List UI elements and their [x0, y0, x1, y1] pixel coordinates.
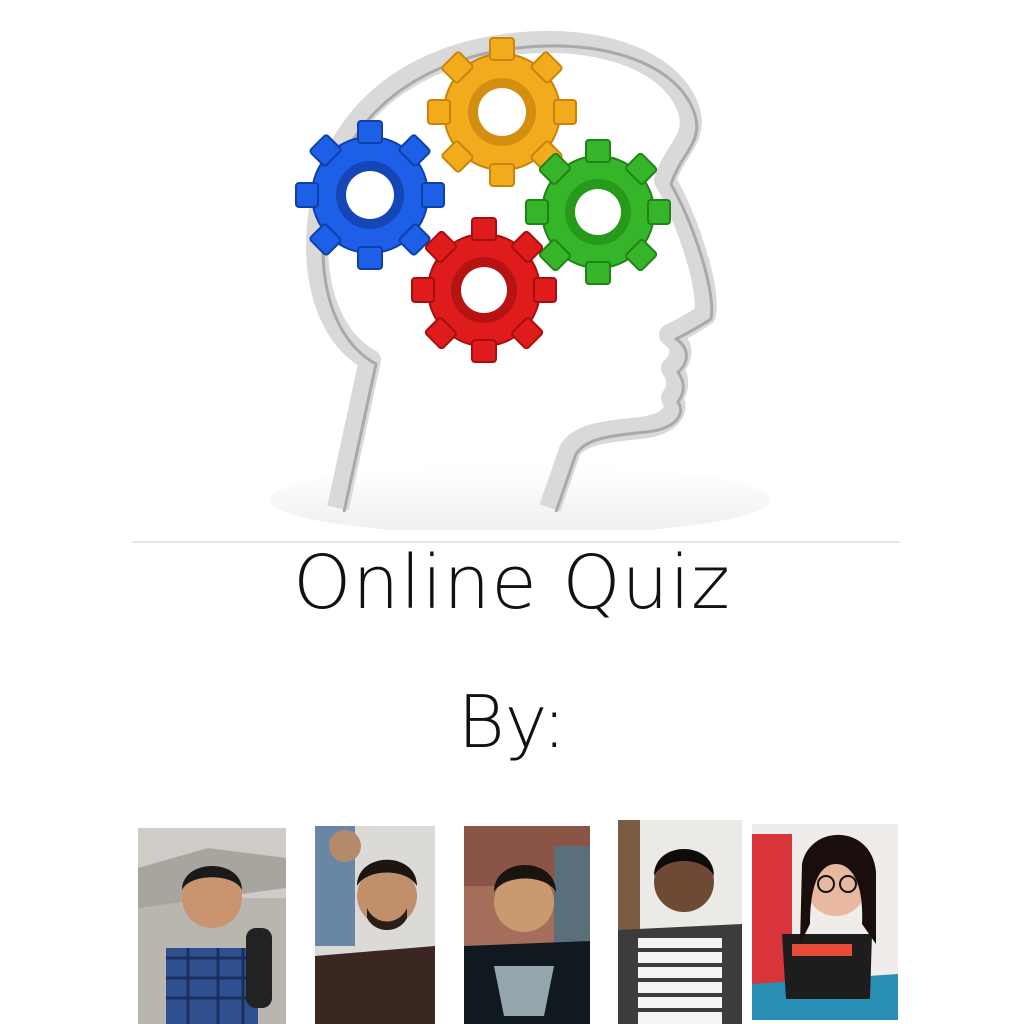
brain-gears-logo — [220, 30, 820, 535]
blue-gear-icon — [295, 120, 445, 270]
member-2-photo — [315, 826, 435, 1024]
member-4-photo — [618, 820, 742, 1024]
green-gear-icon — [525, 139, 671, 285]
member-1-photo — [138, 828, 286, 1024]
red-gear-icon — [411, 217, 557, 363]
member-3-photo — [464, 826, 590, 1024]
page-title: Online Quiz — [293, 540, 731, 626]
byline-label: By: — [457, 680, 567, 764]
member-5-photo — [752, 824, 898, 1020]
